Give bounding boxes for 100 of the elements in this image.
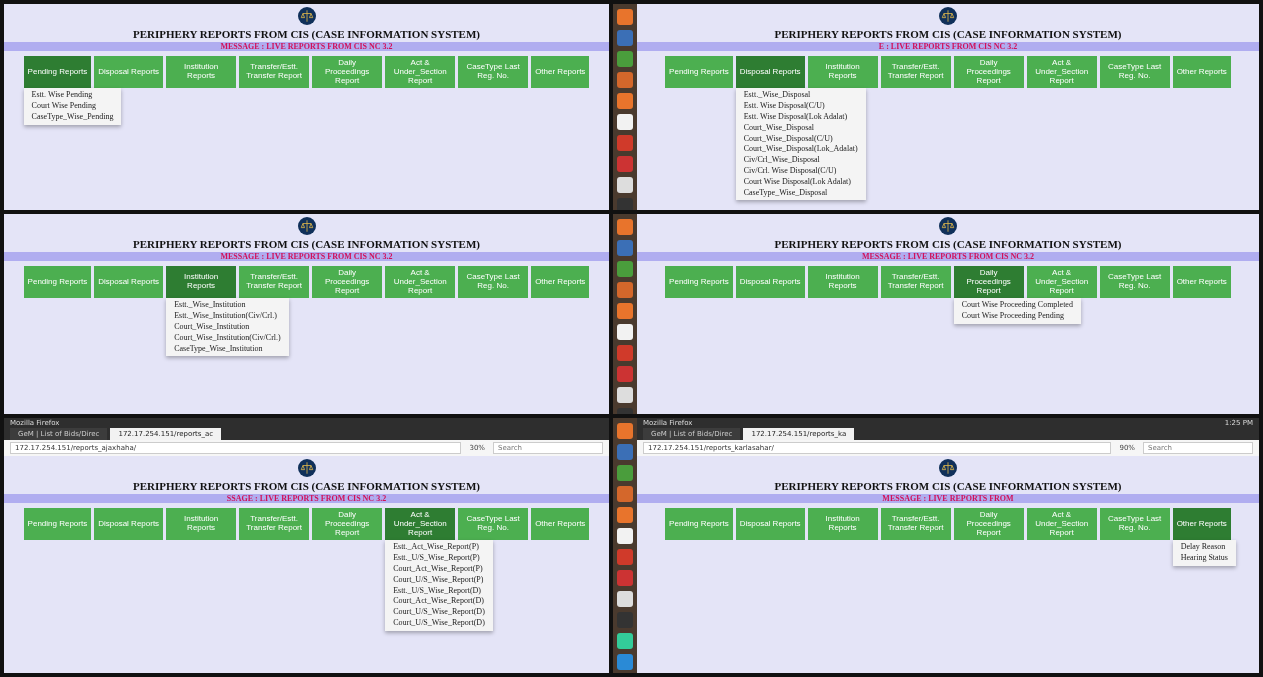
menu-button[interactable]: Pending Reports (665, 56, 733, 89)
menu-button[interactable]: Daily Proceedings Report (312, 56, 383, 89)
app-icon[interactable] (617, 465, 633, 481)
dropdown-item[interactable]: Court_Act_Wise_Report(D) (385, 596, 493, 608)
app-icon[interactable] (617, 177, 633, 193)
app-icon[interactable] (617, 51, 633, 67)
menu-button[interactable]: Daily Proceedings Report (953, 56, 1024, 89)
dropdown-item[interactable]: Estt._U/S_Wise_Report(P) (385, 553, 493, 564)
menu-button[interactable]: Disposal Reports (94, 56, 164, 89)
app-icon[interactable] (617, 345, 633, 361)
app-icon[interactable] (617, 156, 633, 172)
dropdown-item[interactable]: Estt. Wise Disposal(Lok Adalat) (735, 112, 866, 123)
menu-button[interactable]: Other Reports (531, 56, 590, 89)
dropdown-item[interactable]: Estt._Wise_Institution(Civ/Crl.) (166, 311, 289, 322)
menu-button[interactable]: Disposal Reports (735, 56, 805, 89)
menu-button[interactable]: Institution Reports (166, 508, 237, 541)
menu-button[interactable]: Institution Reports (807, 56, 878, 89)
menu-button[interactable]: Act & Under_Section Report (385, 266, 456, 299)
menu-button[interactable]: CaseType Last Reg. No. (1099, 508, 1170, 541)
app-icon[interactable] (617, 114, 633, 130)
menu-button[interactable]: Institution Reports (807, 266, 878, 299)
dropdown-item[interactable]: Estt._Wise_Institution (166, 300, 289, 312)
app-icon[interactable] (617, 507, 633, 523)
menu-button[interactable]: CaseType Last Reg. No. (1099, 266, 1170, 299)
menu-button[interactable]: Daily Proceedings Report (312, 266, 383, 299)
dropdown-item[interactable]: Court Wise Proceeding Pending (953, 311, 1081, 322)
menu-button[interactable]: Other Reports (1172, 266, 1231, 299)
dropdown-item[interactable]: Estt._Act_Wise_Report(P) (385, 542, 493, 554)
dropdown-item[interactable]: Court_Wise_Institution (166, 322, 289, 333)
menu-button[interactable]: Disposal Reports (735, 266, 805, 299)
app-icon[interactable] (617, 654, 633, 670)
menu-button[interactable]: Act & Under_Section Report (385, 508, 456, 541)
app-icon[interactable] (617, 387, 633, 403)
dropdown-item[interactable]: CaseType_Wise_Pending (23, 112, 122, 123)
menu-button[interactable]: Transfer/Estt. Transfer Report (880, 56, 951, 89)
menu-button[interactable]: CaseType Last Reg. No. (458, 266, 529, 299)
menu-button[interactable]: Daily Proceedings Report (953, 266, 1024, 299)
dropdown-item[interactable]: Court_U/S_Wise_Report(D) (385, 607, 493, 618)
menu-button[interactable]: Act & Under_Section Report (385, 56, 456, 89)
dropdown-item[interactable]: Estt. Wise Disposal(C/U) (735, 101, 866, 112)
menu-button[interactable]: Institution Reports (166, 266, 237, 299)
dropdown-item[interactable]: Hearing Status (1172, 553, 1236, 564)
menu-button[interactable]: Disposal Reports (735, 508, 805, 541)
menu-button[interactable]: Transfer/Estt. Transfer Report (239, 266, 310, 299)
dropdown-item[interactable]: Court_U/S_Wise_Report(D) (385, 617, 493, 629)
menu-button[interactable]: Other Reports (1172, 508, 1231, 541)
menu-button[interactable]: Transfer/Estt. Transfer Report (239, 508, 310, 541)
menu-button[interactable]: Pending Reports (665, 508, 733, 541)
app-icon[interactable] (617, 633, 633, 649)
menu-button[interactable]: Institution Reports (807, 508, 878, 541)
dropdown-item[interactable]: CaseType_Wise_Disposal (735, 187, 866, 199)
dropdown-item[interactable]: Court Wise Proceeding Completed (953, 300, 1081, 312)
menu-button[interactable]: Disposal Reports (94, 266, 164, 299)
dropdown-item[interactable]: Court_Act_Wise_Report(P) (385, 564, 493, 575)
app-icon[interactable] (617, 423, 633, 439)
app-icon[interactable] (617, 444, 633, 460)
menu-button[interactable]: Pending Reports (23, 56, 92, 89)
menu-button[interactable]: Act & Under_Section Report (1026, 266, 1097, 299)
app-icon[interactable] (617, 135, 633, 151)
menu-button[interactable]: CaseType Last Reg. No. (458, 508, 529, 541)
dropdown-item[interactable]: Court_U/S_Wise_Report(P) (385, 574, 493, 586)
menu-button[interactable]: Pending Reports (23, 266, 92, 299)
menu-button[interactable]: Daily Proceedings Report (312, 508, 383, 541)
menu-button[interactable]: Other Reports (531, 266, 590, 299)
app-icon[interactable] (617, 261, 633, 277)
menu-button[interactable]: CaseType Last Reg. No. (1099, 56, 1170, 89)
dropdown-item[interactable]: Estt._U/S_Wise_Report(D) (385, 585, 493, 597)
dropdown-item[interactable]: Court Wise Pending (23, 101, 122, 112)
menu-button[interactable]: Pending Reports (23, 508, 92, 541)
menu-button[interactable]: Institution Reports (166, 56, 237, 89)
app-icon[interactable] (617, 324, 633, 340)
dropdown-item[interactable]: Court_Wise_Institution(Civ/Crl.) (166, 332, 289, 344)
app-icon[interactable] (617, 240, 633, 256)
app-icon[interactable] (617, 591, 633, 607)
menu-button[interactable]: CaseType Last Reg. No. (458, 56, 529, 89)
dropdown-item[interactable]: CaseType_Wise_Institution (166, 343, 289, 355)
app-icon[interactable] (617, 570, 633, 586)
menu-button[interactable]: Other Reports (1172, 56, 1231, 89)
dropdown-item[interactable]: Court Wise Disposal(Lok Adalat) (735, 176, 866, 188)
app-icon[interactable] (617, 366, 633, 382)
app-icon[interactable] (617, 282, 633, 298)
app-icon[interactable] (617, 549, 633, 565)
menu-button[interactable]: Act & Under_Section Report (1026, 56, 1097, 89)
menu-button[interactable]: Pending Reports (665, 266, 733, 299)
menu-button[interactable]: Daily Proceedings Report (953, 508, 1024, 541)
dropdown-item[interactable]: Estt. Wise Pending (23, 90, 122, 102)
app-icon[interactable] (617, 72, 633, 88)
menu-button[interactable]: Transfer/Estt. Transfer Report (239, 56, 310, 89)
menu-button[interactable]: Transfer/Estt. Transfer Report (880, 508, 951, 541)
dropdown-item[interactable]: Court_Wise_Disposal(C/U) (735, 133, 866, 145)
app-icon[interactable] (617, 219, 633, 235)
dropdown-item[interactable]: Civ/Crl. Wise Disposal(C/U) (735, 165, 866, 177)
app-icon[interactable] (617, 303, 633, 319)
dropdown-item[interactable]: Delay Reason (1172, 542, 1236, 554)
dropdown-item[interactable]: Civ/Crl_Wise_Disposal (735, 155, 866, 166)
app-icon[interactable] (617, 528, 633, 544)
menu-button[interactable]: Other Reports (531, 508, 590, 541)
app-icon[interactable] (617, 486, 633, 502)
menu-button[interactable]: Act & Under_Section Report (1026, 508, 1097, 541)
app-icon[interactable] (617, 9, 633, 25)
